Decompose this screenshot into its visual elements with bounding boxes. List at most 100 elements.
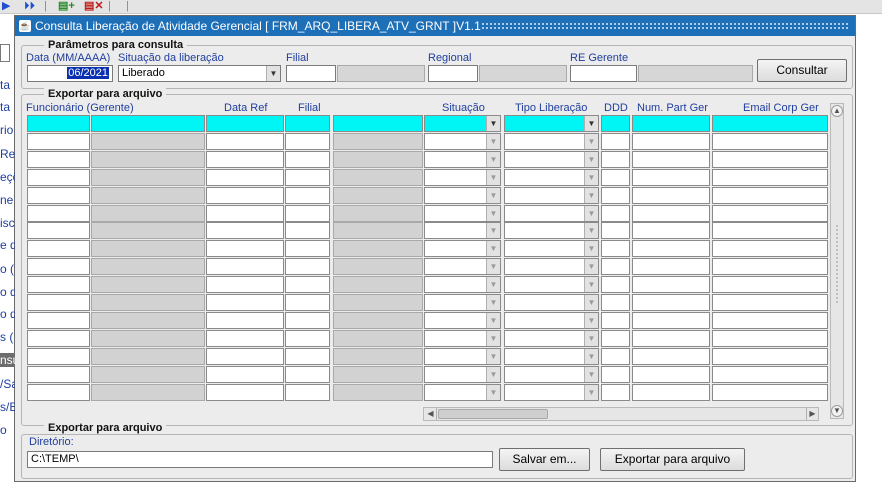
num-part-cell[interactable] (632, 383, 710, 401)
num-part-cell[interactable] (632, 204, 710, 222)
fast-forward-icon[interactable]: ⏵⏵ (24, 0, 35, 13)
filial-cell[interactable] (285, 276, 330, 294)
situacao-cell[interactable]: ▼ (424, 329, 501, 347)
background-menu-item[interactable]: ta (0, 100, 15, 114)
email-cell[interactable] (712, 383, 828, 401)
situacao-cell[interactable]: ▼ (424, 150, 501, 168)
run-icon[interactable]: ▶ (2, 0, 10, 13)
num-part-cell[interactable] (632, 365, 710, 383)
filial-cell[interactable] (285, 311, 330, 329)
chevron-down-icon[interactable]: ▼ (486, 312, 500, 328)
chevron-down-icon[interactable]: ▼ (486, 330, 500, 346)
window-titlebar[interactable]: ☕ Consulta Liberação de Atividade Gerenc… (15, 16, 855, 36)
ddd-cell[interactable] (601, 115, 630, 132)
filial-field[interactable] (286, 65, 336, 82)
scroll-right-icon[interactable]: ▶ (806, 408, 818, 420)
situacao-cell[interactable]: ▼ (424, 115, 501, 132)
email-cell[interactable] (712, 204, 828, 222)
funcionario-cell[interactable] (27, 276, 90, 294)
chevron-down-icon[interactable]: ▼ (584, 277, 598, 293)
chevron-down-icon[interactable]: ▼ (486, 295, 500, 310)
situacao-cell[interactable]: ▼ (424, 240, 501, 258)
background-menu-item[interactable]: o d (0, 285, 15, 299)
ddd-cell[interactable] (601, 276, 630, 294)
ddd-cell[interactable] (601, 240, 630, 258)
tipo-liberacao-cell[interactable]: ▼ (504, 276, 599, 294)
situacao-cell[interactable]: ▼ (424, 186, 501, 204)
background-menu-item[interactable]: o (0, 423, 15, 437)
tipo-liberacao-cell[interactable]: ▼ (504, 204, 599, 222)
chevron-down-icon[interactable]: ▼ (584, 384, 598, 400)
funcionario-cell[interactable] (27, 365, 90, 383)
tipo-liberacao-cell[interactable]: ▼ (504, 150, 599, 168)
background-menu-item[interactable]: ta (0, 78, 15, 92)
num-part-cell[interactable] (632, 329, 710, 347)
tipo-liberacao-cell[interactable]: ▼ (504, 222, 599, 240)
grid-vertical-scrollbar[interactable]: ▲ ▼ (830, 103, 844, 419)
tipo-liberacao-cell[interactable]: ▼ (504, 115, 599, 132)
email-cell[interactable] (712, 329, 828, 347)
re-gerente-field[interactable] (570, 65, 637, 82)
tipo-liberacao-cell[interactable]: ▼ (504, 168, 599, 186)
filial-cell[interactable] (285, 150, 330, 168)
email-cell[interactable] (712, 294, 828, 311)
chevron-down-icon[interactable]: ▼ (584, 133, 598, 149)
situacao-cell[interactable]: ▼ (424, 311, 501, 329)
background-menu-item[interactable]: e d (0, 238, 15, 252)
background-input[interactable] (0, 44, 10, 62)
ddd-cell[interactable] (601, 383, 630, 401)
ddd-cell[interactable] (601, 168, 630, 186)
data-ref-cell[interactable] (206, 347, 284, 365)
chevron-down-icon[interactable]: ▼ (486, 116, 500, 131)
chevron-down-icon[interactable]: ▼ (486, 277, 500, 293)
tipo-liberacao-cell[interactable]: ▼ (504, 132, 599, 150)
ddd-cell[interactable] (601, 365, 630, 383)
email-cell[interactable] (712, 115, 828, 132)
email-cell[interactable] (712, 365, 828, 383)
situacao-cell[interactable]: ▼ (424, 204, 501, 222)
num-part-cell[interactable] (632, 258, 710, 276)
filial-cell[interactable] (285, 329, 330, 347)
chevron-down-icon[interactable]: ▼ (584, 312, 598, 328)
funcionario-cell[interactable] (27, 240, 90, 258)
chevron-down-icon[interactable]: ▼ (584, 241, 598, 257)
data-ref-cell[interactable] (206, 222, 284, 240)
chevron-down-icon[interactable]: ▼ (486, 223, 500, 239)
tipo-liberacao-cell[interactable]: ▼ (504, 294, 599, 311)
data-ref-cell[interactable] (206, 383, 284, 401)
situacao-cell[interactable]: ▼ (424, 347, 501, 365)
num-part-cell[interactable] (632, 311, 710, 329)
chevron-down-icon[interactable]: ▼ (486, 241, 500, 257)
situacao-cell[interactable]: ▼ (424, 258, 501, 276)
data-ref-cell[interactable] (206, 168, 284, 186)
filial-cell[interactable] (285, 168, 330, 186)
funcionario-cell[interactable] (27, 115, 90, 132)
chevron-down-icon[interactable]: ▼ (486, 366, 500, 382)
scroll-left-icon[interactable]: ◀ (425, 408, 437, 420)
regional-field[interactable] (428, 65, 478, 82)
email-cell[interactable] (712, 311, 828, 329)
num-part-cell[interactable] (632, 347, 710, 365)
num-part-cell[interactable] (632, 168, 710, 186)
ddd-cell[interactable] (601, 347, 630, 365)
data-ref-cell[interactable] (206, 150, 284, 168)
filial-cell[interactable] (285, 383, 330, 401)
delete-record-icon[interactable]: ▤✕ (84, 0, 104, 13)
filial-cell[interactable] (285, 204, 330, 222)
background-menu-item[interactable]: o d (0, 307, 15, 321)
exportar-arquivo-button[interactable]: Exportar para arquivo (600, 448, 745, 471)
background-menu-item[interactable]: /Sa (0, 377, 15, 391)
tipo-liberacao-cell[interactable]: ▼ (504, 186, 599, 204)
tipo-liberacao-cell[interactable]: ▼ (504, 258, 599, 276)
filial-cell[interactable] (285, 186, 330, 204)
chevron-down-icon[interactable]: ▼ (486, 205, 500, 221)
tipo-liberacao-cell[interactable]: ▼ (504, 365, 599, 383)
filial-cell[interactable] (285, 115, 330, 132)
chevron-down-icon[interactable]: ▼ (584, 295, 598, 310)
funcionario-cell[interactable] (27, 329, 90, 347)
num-part-cell[interactable] (632, 222, 710, 240)
email-cell[interactable] (712, 168, 828, 186)
data-ref-cell[interactable] (206, 294, 284, 311)
chevron-down-icon[interactable]: ▼ (486, 348, 500, 364)
horizontal-scroll-thumb[interactable] (438, 409, 548, 419)
